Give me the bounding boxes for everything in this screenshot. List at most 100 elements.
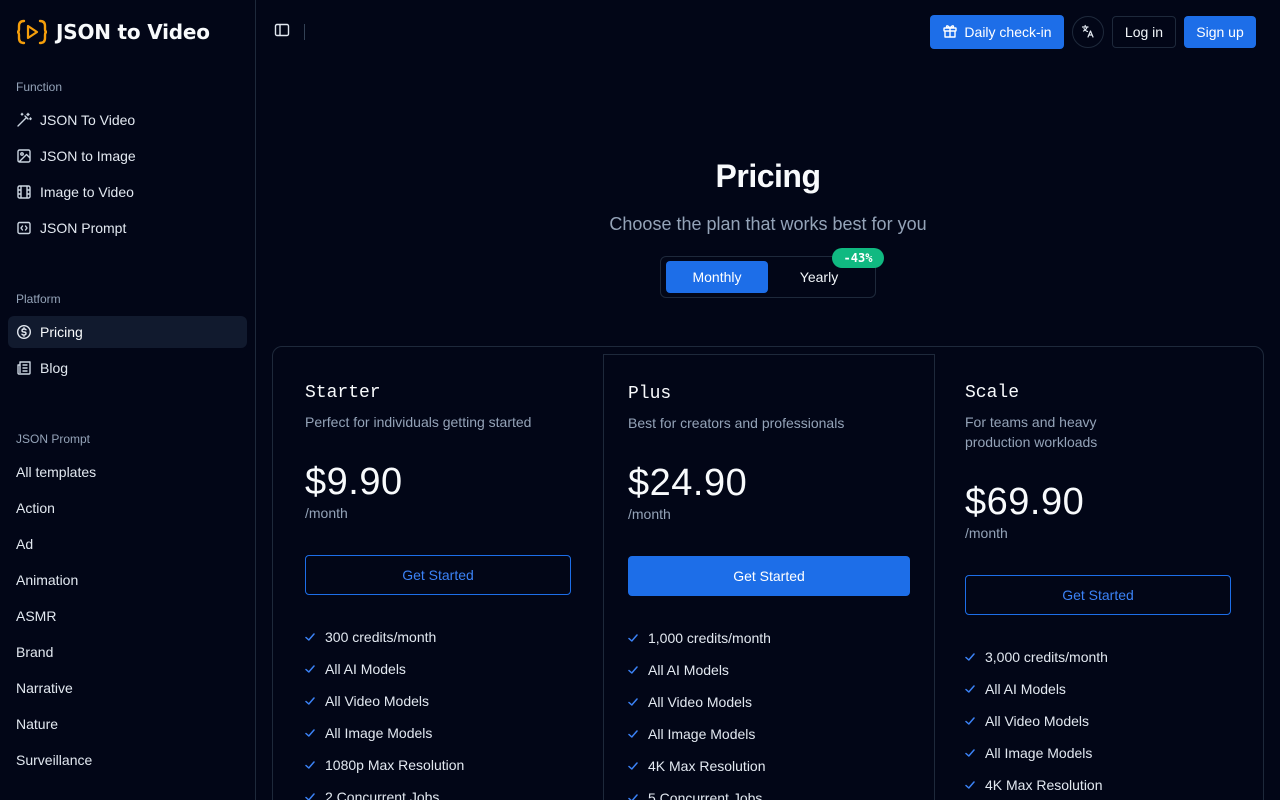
code-square-icon [16, 220, 32, 236]
check-icon [305, 728, 315, 738]
sidebar-template-item[interactable]: Ad [8, 528, 247, 560]
feature-label: All Video Models [985, 713, 1090, 729]
check-icon [305, 760, 315, 770]
feature-item: 300 credits/month [305, 627, 436, 647]
gift-icon [942, 23, 958, 42]
check-icon [965, 716, 975, 726]
sidebar-item-image-to-video[interactable]: Image to Video [8, 176, 247, 208]
check-icon [628, 729, 638, 739]
sidebar-template-item[interactable]: Narrative [8, 672, 247, 704]
sidebar-item-label: Image to Video [40, 184, 134, 200]
feature-item: All AI Models [628, 660, 729, 680]
sidebar-template-item[interactable]: All templates [8, 456, 247, 488]
daily-checkin-label: Daily check-in [964, 24, 1052, 40]
feature-label: 4K Max Resolution [985, 777, 1103, 793]
feature-item: All Video Models [965, 711, 1089, 731]
section-label-function: Function [16, 80, 63, 94]
discount-badge: -43% [832, 248, 884, 268]
feature-item: 2 Concurrent Jobs [305, 787, 439, 800]
page-subtitle: Choose the plan that works best for you [609, 214, 927, 234]
plan-period: /month [965, 525, 1008, 541]
plan-name: Plus [628, 384, 672, 404]
feature-label: All Image Models [325, 725, 433, 741]
sidebar-item-pricing[interactable]: Pricing [8, 316, 247, 348]
feature-label: 5 Concurrent Jobs [648, 790, 763, 800]
sidebar-item-blog[interactable]: Blog [8, 352, 247, 384]
feature-item: All Video Models [628, 692, 752, 712]
section-label-platform: Platform [16, 292, 61, 306]
sidebar-template-item[interactable]: Action [8, 492, 247, 524]
plan-name: Starter [305, 383, 381, 403]
language-button[interactable] [1072, 16, 1104, 48]
sidebar-item-json-prompt[interactable]: JSON Prompt [8, 212, 247, 244]
feature-item: 1080p Max Resolution [305, 755, 464, 775]
check-icon [628, 633, 638, 643]
plan-period: /month [628, 506, 671, 522]
toggle-monthly[interactable]: Monthly [666, 261, 768, 293]
feature-label: All Image Models [648, 726, 756, 742]
feature-item: All AI Models [965, 679, 1066, 699]
sidebar-item-label: Pricing [40, 324, 83, 340]
check-icon [305, 664, 315, 674]
sidebar-template-item[interactable]: Surveillance [8, 744, 247, 776]
sidebar-item-label: Blog [40, 360, 69, 376]
feature-label: All AI Models [985, 681, 1066, 697]
play-braces-icon [16, 18, 48, 46]
sidebar-template-item[interactable]: Nature [8, 708, 247, 740]
feature-item: All Image Models [965, 743, 1092, 763]
feature-label: 1,000 credits/month [648, 630, 771, 646]
plan-description-line-1: For teams and heavy [965, 414, 1097, 430]
get-started-button[interactable]: Get Started [305, 555, 571, 595]
get-started-button[interactable]: Get Started [628, 556, 910, 596]
feature-label: 300 credits/month [325, 629, 437, 645]
wand-icon [16, 112, 32, 128]
film-icon [16, 184, 32, 200]
check-icon [628, 697, 638, 707]
feature-label: 4K Max Resolution [648, 758, 766, 774]
sidebar-item-label: JSON to Image [40, 148, 136, 164]
sidebar-item-json-to-image[interactable]: JSON to Image [8, 140, 247, 172]
sidebar-template-item[interactable]: ASMR [8, 600, 247, 632]
plan-description-line-2: production workloads [965, 434, 1098, 450]
page-title: Pricing [715, 158, 821, 194]
feature-item: 5 Concurrent Jobs [628, 788, 762, 800]
brand[interactable]: JSON to Video [16, 18, 210, 46]
plan-name: Scale [965, 383, 1020, 403]
check-icon [628, 761, 638, 771]
feature-label: All Video Models [648, 694, 753, 710]
plan-price: $9.90 [305, 461, 403, 503]
sidebar-item-label: JSON To Video [40, 112, 136, 128]
sidebar-toggle-button[interactable] [272, 22, 292, 42]
plan-price: $24.90 [628, 462, 748, 504]
check-icon [628, 793, 638, 800]
check-icon [965, 684, 975, 694]
feature-label: All AI Models [648, 662, 729, 678]
sidebar: JSON to Video Function JSON To Video JSO… [0, 0, 256, 800]
sidebar-template-item[interactable]: Brand [8, 636, 247, 668]
image-icon [16, 148, 32, 164]
feature-label: 2 Concurrent Jobs [325, 789, 440, 800]
panel-left-icon [274, 22, 290, 42]
feature-label: All AI Models [325, 661, 406, 677]
get-started-button[interactable]: Get Started [965, 575, 1231, 615]
section-label-json-prompt: JSON Prompt [16, 432, 91, 446]
feature-item: 3,000 credits/month [965, 647, 1108, 667]
signup-button[interactable]: Sign up [1184, 16, 1256, 48]
feature-item: 4K Max Resolution [628, 756, 766, 776]
feature-item: All AI Models [305, 659, 406, 679]
feature-label: 1080p Max Resolution [325, 757, 465, 773]
feature-item: All Video Models [305, 691, 429, 711]
login-button[interactable]: Log in [1112, 16, 1176, 48]
check-icon [965, 780, 975, 790]
sidebar-item-label: JSON Prompt [40, 220, 127, 236]
feature-item: All Image Models [628, 724, 755, 744]
newspaper-icon [16, 360, 32, 376]
feature-label: All Video Models [325, 693, 430, 709]
sidebar-item-json-to-video[interactable]: JSON To Video [8, 104, 247, 136]
sidebar-template-item[interactable]: Animation [8, 564, 247, 596]
translate-icon [1081, 23, 1095, 42]
brand-title: JSON to Video [56, 20, 210, 44]
daily-checkin-button[interactable]: Daily check-in [930, 15, 1064, 49]
plan-card-starter: Starter Perfect for individuals getting … [273, 347, 603, 800]
feature-item: 1,000 credits/month [628, 628, 771, 648]
